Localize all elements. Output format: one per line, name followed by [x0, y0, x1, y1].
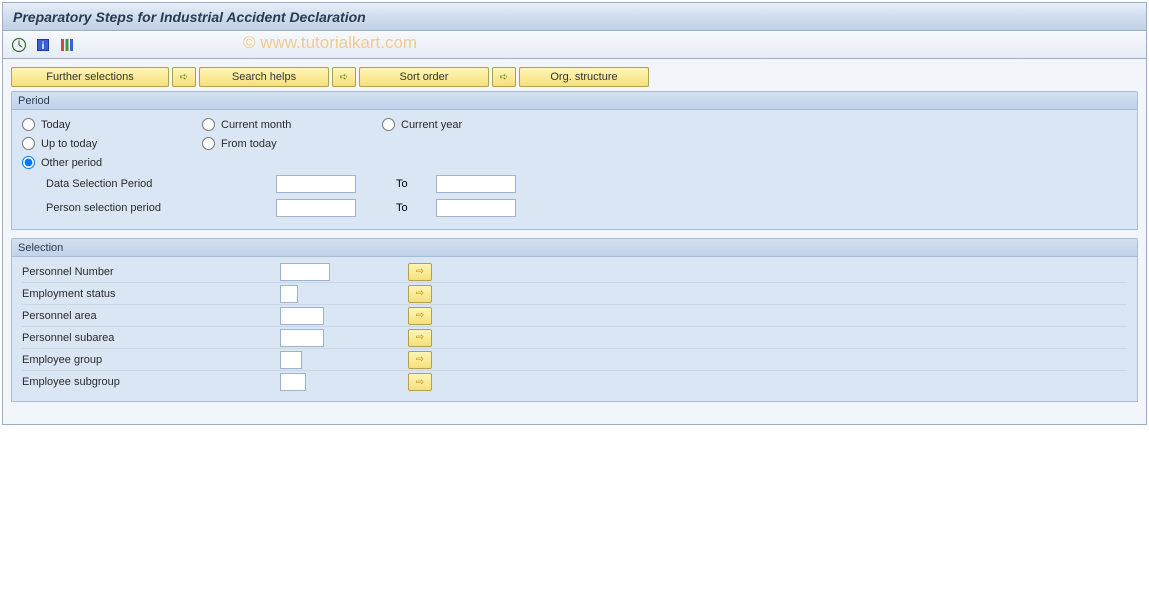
radio-label: Up to today	[41, 138, 97, 150]
arrow-right-icon: ➪	[340, 72, 348, 83]
period-group: Period Today Current month Current year	[11, 91, 1138, 230]
data-selection-period-row: Data Selection Period To	[22, 175, 1127, 193]
app-toolbar: i © www.tutorialkart.com	[3, 31, 1146, 59]
arrow-right-icon: ➪	[500, 72, 508, 83]
radio-today[interactable]: Today	[22, 118, 202, 131]
person-selection-period-row: Person selection period To	[22, 199, 1127, 217]
selection-body: Personnel Number ⇨ Employment status ⇨ P…	[12, 257, 1137, 401]
person-selection-from-input[interactable]	[276, 199, 356, 217]
title-bar: Preparatory Steps for Industrial Acciden…	[3, 3, 1146, 31]
personnel-number-row: Personnel Number ⇨	[22, 261, 1127, 283]
field-label: Employee subgroup	[22, 376, 280, 388]
employee-group-input[interactable]	[280, 351, 302, 369]
radio-current-month[interactable]: Current month	[202, 118, 382, 131]
employee-subgroup-input[interactable]	[280, 373, 306, 391]
radio-today-input[interactable]	[22, 118, 35, 131]
personnel-number-input[interactable]	[280, 263, 330, 281]
arrow-right-icon: ⇨	[416, 266, 424, 277]
person-selection-to-input[interactable]	[436, 199, 516, 217]
multiple-selection-button[interactable]: ⇨	[408, 329, 432, 347]
arrow-org-structure-button[interactable]: ➪	[492, 67, 516, 87]
multiple-selection-button[interactable]: ⇨	[408, 263, 432, 281]
arrow-right-icon: ➪	[180, 72, 188, 83]
info-icon[interactable]: i	[33, 35, 53, 55]
radio-up-to-today[interactable]: Up to today	[22, 137, 202, 150]
radio-current-month-input[interactable]	[202, 118, 215, 131]
period-radio-grid: Today Current month Current year Up to t…	[22, 118, 1127, 169]
employee-group-row: Employee group ⇨	[22, 349, 1127, 371]
employment-status-row: Employment status ⇨	[22, 283, 1127, 305]
arrow-right-icon: ⇨	[416, 377, 424, 388]
radio-other-period-input[interactable]	[22, 156, 35, 169]
field-label: Personnel area	[22, 310, 280, 322]
action-button-bar: Further selections ➪ Search helps ➪ Sort…	[11, 67, 1138, 87]
multiple-selection-button[interactable]: ⇨	[408, 285, 432, 303]
arrow-search-helps-button[interactable]: ➪	[172, 67, 196, 87]
main-frame: Preparatory Steps for Industrial Acciden…	[2, 2, 1147, 425]
field-label: Employment status	[22, 288, 280, 300]
employee-subgroup-row: Employee subgroup ⇨	[22, 371, 1127, 393]
radio-from-today-input[interactable]	[202, 137, 215, 150]
svg-text:i: i	[42, 41, 45, 52]
multiple-selection-button[interactable]: ⇨	[408, 307, 432, 325]
arrow-right-icon: ⇨	[416, 354, 424, 365]
multiple-selection-button[interactable]: ⇨	[408, 351, 432, 369]
further-selections-button[interactable]: Further selections	[11, 67, 169, 87]
content-area: Further selections ➪ Search helps ➪ Sort…	[3, 59, 1146, 424]
data-selection-to-input[interactable]	[436, 175, 516, 193]
field-label: Personnel Number	[22, 266, 280, 278]
field-label: Personnel subarea	[22, 332, 280, 344]
search-helps-button[interactable]: Search helps	[199, 67, 329, 87]
multiple-selection-button[interactable]: ⇨	[408, 373, 432, 391]
button-label: Org. structure	[550, 71, 617, 83]
arrow-right-icon: ⇨	[416, 332, 424, 343]
radio-label: Current year	[401, 119, 462, 131]
sort-order-button[interactable]: Sort order	[359, 67, 489, 87]
arrow-right-icon: ⇨	[416, 288, 424, 299]
to-label: To	[396, 178, 436, 190]
arrow-right-icon: ⇨	[416, 310, 424, 321]
field-label: Employee group	[22, 354, 280, 366]
period-body: Today Current month Current year Up to t…	[12, 110, 1137, 229]
radio-current-year[interactable]: Current year	[382, 118, 562, 131]
button-label: Further selections	[46, 71, 133, 83]
personnel-area-input[interactable]	[280, 307, 324, 325]
field-label: Person selection period	[46, 202, 276, 214]
personnel-area-row: Personnel area ⇨	[22, 305, 1127, 327]
to-label: To	[396, 202, 436, 214]
personnel-subarea-input[interactable]	[280, 329, 324, 347]
arrow-sort-order-button[interactable]: ➪	[332, 67, 356, 87]
personnel-subarea-row: Personnel subarea ⇨	[22, 327, 1127, 349]
radio-label: Today	[41, 119, 70, 131]
org-structure-button[interactable]: Org. structure	[519, 67, 649, 87]
execute-icon[interactable]	[9, 35, 29, 55]
radio-label: Other period	[41, 157, 102, 169]
employment-status-input[interactable]	[280, 285, 298, 303]
button-label: Sort order	[400, 71, 449, 83]
radio-from-today[interactable]: From today	[202, 137, 382, 150]
group-header: Period	[12, 92, 1137, 110]
button-label: Search helps	[232, 71, 296, 83]
selection-group: Selection Personnel Number ⇨ Employment …	[11, 238, 1138, 402]
page-title: Preparatory Steps for Industrial Acciden…	[13, 9, 366, 25]
data-selection-from-input[interactable]	[276, 175, 356, 193]
radio-current-year-input[interactable]	[382, 118, 395, 131]
radio-other-period[interactable]: Other period	[22, 156, 202, 169]
radio-up-to-today-input[interactable]	[22, 137, 35, 150]
field-label: Data Selection Period	[46, 178, 276, 190]
radio-label: Current month	[221, 119, 291, 131]
variant-icon[interactable]	[57, 35, 77, 55]
radio-label: From today	[221, 138, 277, 150]
group-header: Selection	[12, 239, 1137, 257]
watermark-text: © www.tutorialkart.com	[243, 33, 417, 53]
